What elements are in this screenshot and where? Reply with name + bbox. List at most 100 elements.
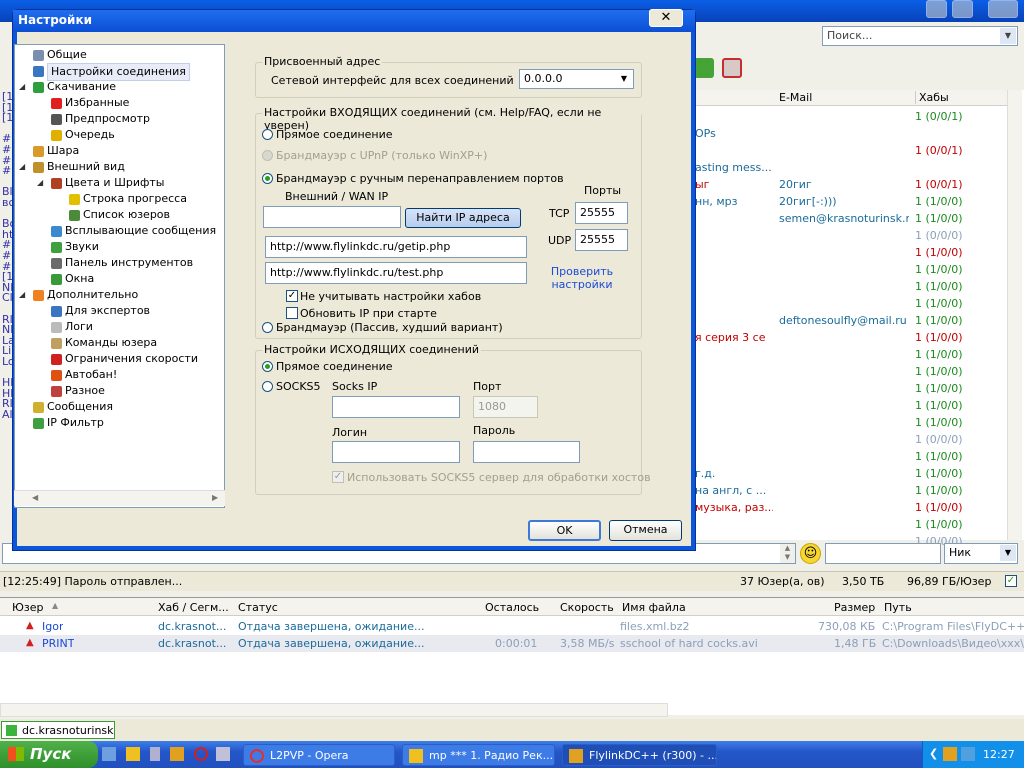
chat-scroll[interactable]: ▲ ▼	[780, 544, 795, 563]
scroll-left-icon[interactable]: ◀	[32, 493, 38, 502]
user-row[interactable]: deftonesoulfly@mail.ru 1 (1/0/0)	[695, 312, 1015, 329]
settings-tree[interactable]: Общие Настройки соединения ◢ Скачивание Избр…	[14, 44, 225, 508]
smiley-icon[interactable]: ☺	[800, 543, 821, 564]
flylink-tray-icon[interactable]	[943, 747, 957, 761]
expand-icon[interactable]: ◢	[19, 83, 27, 91]
user-row[interactable]: 1 (1/0/0)	[695, 261, 1015, 278]
filter-input[interactable]	[825, 543, 941, 564]
ok-button[interactable]: OK	[528, 520, 601, 541]
winamp-icon[interactable]	[126, 747, 140, 761]
scroll-right-icon[interactable]: ▶	[212, 493, 218, 502]
transfer-row[interactable]: ▲ Igor dc.krasnot... Отдача завершена, о…	[0, 618, 1024, 635]
user-row[interactable]: я серия 3 се 1 (1/0/0)	[695, 329, 1015, 346]
user-row[interactable]: 1 (1/0/0)	[695, 414, 1015, 431]
stop-search-icon[interactable]	[721, 58, 742, 78]
maximize-button[interactable]	[952, 0, 973, 18]
opera-icon[interactable]	[194, 747, 208, 761]
password-input[interactable]	[473, 441, 580, 463]
expand-icon[interactable]: ◢	[19, 163, 27, 171]
task-winamp[interactable]: mp *** 1. Радио Рек...	[402, 744, 555, 766]
user-row[interactable]: asting mess...	[695, 159, 1015, 176]
cancel-button[interactable]: Отмена	[609, 520, 682, 541]
user-list-scrollbar[interactable]	[1007, 90, 1022, 540]
user-row[interactable]: 1 (1/0/0)	[695, 244, 1015, 261]
socks-ip-input[interactable]	[332, 396, 460, 418]
refresh-icon[interactable]	[694, 58, 714, 78]
tray-expand-icon[interactable]: ❮	[929, 747, 938, 760]
expand-icon[interactable]: ◢	[37, 179, 45, 187]
app-icon[interactable]	[150, 747, 160, 761]
user-row[interactable]: нн, мрз 20гиг[-:))) 1 (1/0/0)	[695, 193, 1015, 210]
close-main-button[interactable]	[988, 0, 1018, 18]
ignore-hubs-checkbox[interactable]: ✓	[286, 290, 298, 302]
outgoing-direct-radio[interactable]	[262, 361, 273, 372]
col-user[interactable]: Юзер	[12, 601, 43, 614]
task-flylink[interactable]: FlylinkDC++ (r300) - ...	[562, 744, 717, 766]
user-row[interactable]: 1 (1/0/0)	[695, 448, 1015, 465]
transfers-hscroll[interactable]	[0, 703, 668, 717]
close-icon[interactable]: ✕	[649, 9, 683, 27]
user-row[interactable]: ыг 20гиг 1 (0/0/1)	[695, 176, 1015, 193]
login-input[interactable]	[332, 441, 460, 463]
transfer-row[interactable]: ▲ PRINT dc.krasnot... Отдача завершена, …	[0, 635, 1024, 652]
incoming-manual-radio[interactable]	[262, 173, 273, 184]
udp-port-input[interactable]: 25555	[575, 229, 628, 251]
user-row[interactable]: музыка, раз... 1 (1/0/0)	[695, 499, 1015, 516]
user-row[interactable]: г.д. 1 (1/0/0)	[695, 465, 1015, 482]
user-row[interactable]: OPs	[695, 125, 1015, 142]
chevron-down-icon[interactable]: ▼	[1000, 28, 1016, 44]
transfers-panel[interactable]: Юзер ▲ Хаб / Сегм... Статус Осталось Ско…	[0, 597, 1024, 715]
col-filename[interactable]: Имя файла	[622, 601, 686, 614]
tcp-port-input[interactable]: 25555	[575, 202, 628, 224]
flylink-icon[interactable]	[170, 747, 184, 761]
getip-url-input[interactable]: http://www.flylinkdc.ru/getip.php	[265, 236, 527, 258]
chevron-down-icon[interactable]: ▼	[616, 71, 632, 87]
user-row[interactable]: 1 (1/0/0)	[695, 346, 1015, 363]
expand-icon[interactable]: ◢	[19, 291, 27, 299]
user-row[interactable]: 1 (0/0/1)	[695, 108, 1015, 125]
test-url-input[interactable]: http://www.flylinkdc.ru/test.php	[265, 262, 527, 284]
toggle-checkbox[interactable]: ✓	[1005, 575, 1017, 587]
user-row[interactable]: 1 (1/0/0)	[695, 278, 1015, 295]
user-list[interactable]: E-Mail Хабы 1 (0/0/1) OPs 1 (0/0/1) asting …	[694, 90, 1024, 548]
find-ip-button[interactable]: Найти IP адреса	[405, 208, 521, 228]
user-row[interactable]: 1 (1/0/0)	[695, 516, 1015, 533]
col-path[interactable]: Путь	[884, 601, 912, 614]
col-hubs[interactable]: Хабы	[915, 91, 949, 104]
user-row[interactable]: на англ, с ... 1 (1/0/0)	[695, 482, 1015, 499]
col-hub[interactable]: Хаб / Сегм...	[158, 601, 229, 614]
use-socks-checkbox[interactable]: ✓	[332, 471, 344, 483]
user-row[interactable]: 1 (0/0/0)	[695, 431, 1015, 448]
incoming-upnp-radio[interactable]	[262, 150, 273, 161]
col-email[interactable]: E-Mail	[779, 91, 812, 104]
incoming-direct-radio[interactable]	[262, 129, 273, 140]
col-speed[interactable]: Скорость	[560, 601, 614, 614]
user-row[interactable]: 1 (1/0/0)	[695, 397, 1015, 414]
socks-port-input[interactable]: 1080	[473, 396, 538, 418]
incoming-passive-radio[interactable]	[262, 322, 273, 333]
check-settings-link[interactable]: Проверить настройки	[550, 265, 614, 291]
user-row[interactable]: semen@krasnoturinsk.ru 1 (1/0/0)	[695, 210, 1015, 227]
col-size[interactable]: Размер	[834, 601, 875, 614]
filter-column-select[interactable]: Ник ▼	[944, 543, 1018, 564]
update-ip-checkbox[interactable]	[286, 307, 298, 319]
tool-icon[interactable]	[216, 747, 230, 761]
desktop-icon[interactable]	[102, 747, 116, 761]
interface-select[interactable]: 0.0.0.0 ▼	[519, 69, 634, 89]
task-opera[interactable]: L2PVP - Opera	[243, 744, 395, 766]
col-status[interactable]: Статус	[238, 601, 278, 614]
user-row[interactable]: 1 (1/0/0)	[695, 295, 1015, 312]
chevron-down-icon[interactable]: ▼	[1000, 545, 1016, 561]
minimize-button[interactable]	[926, 0, 947, 18]
user-row[interactable]: 1 (0/0/0)	[695, 227, 1015, 244]
user-row[interactable]: 1 (1/0/0)	[695, 380, 1015, 397]
user-row[interactable]: 1 (0/0/1)	[695, 142, 1015, 159]
network-tray-icon[interactable]	[961, 747, 975, 761]
col-left[interactable]: Осталось	[485, 601, 539, 614]
hub-tab[interactable]: dc.krasnoturinsk...	[1, 721, 115, 739]
tree-hscroll[interactable]: ◀ ▶	[14, 490, 225, 506]
wan-ip-input[interactable]	[263, 206, 401, 228]
socks5-radio[interactable]	[262, 381, 273, 392]
user-row[interactable]: 1 (1/0/0)	[695, 363, 1015, 380]
start-button[interactable]: Пуск	[0, 741, 98, 768]
